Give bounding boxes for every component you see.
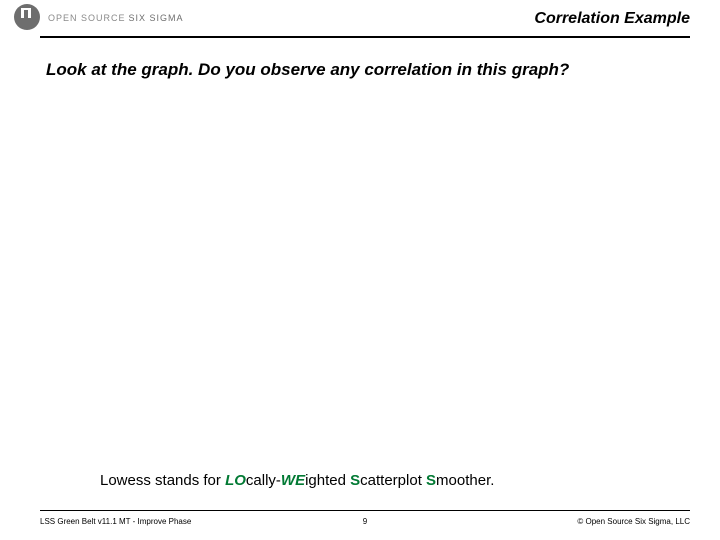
page-number: 9 [363, 517, 367, 526]
footer: LSS Green Belt v11.1 MT - Improve Phase … [40, 510, 690, 526]
logo-word-2: SIX SIGMA [129, 13, 184, 23]
footer-left: LSS Green Belt v11.1 MT - Improve Phase [40, 517, 191, 526]
lowess-moother: moother. [436, 472, 494, 489]
lowess-s2: S [426, 472, 436, 489]
header: OPEN SOURCESIX SIGMA Correlation Example [0, 0, 720, 42]
lowess-cally: cally- [246, 472, 281, 489]
lowess-s1: S [350, 472, 360, 489]
question-text: Look at the graph. Do you observe any co… [46, 60, 569, 80]
lowess-lo: LO [225, 472, 246, 489]
page-title: Correlation Example [534, 10, 690, 28]
lowess-catterplot: catterplot [360, 472, 426, 489]
lowess-definition: Lowess stands for LOcally-WEighted Scatt… [100, 472, 494, 489]
header-divider [40, 36, 690, 38]
logo-mark-icon [14, 4, 40, 30]
slide: OPEN SOURCESIX SIGMA Correlation Example… [0, 0, 720, 540]
footer-divider [40, 510, 690, 511]
footer-row: LSS Green Belt v11.1 MT - Improve Phase … [40, 517, 690, 526]
logo-text: OPEN SOURCESIX SIGMA [48, 8, 184, 26]
lowess-we: WE [281, 472, 305, 489]
footer-right: © Open Source Six Sigma, LLC [577, 517, 690, 526]
logo-word-1: OPEN SOURCE [48, 13, 126, 23]
lowess-ighted: ighted [305, 472, 350, 489]
logo: OPEN SOURCESIX SIGMA [14, 4, 184, 30]
lowess-prefix: Lowess stands for [100, 472, 225, 489]
